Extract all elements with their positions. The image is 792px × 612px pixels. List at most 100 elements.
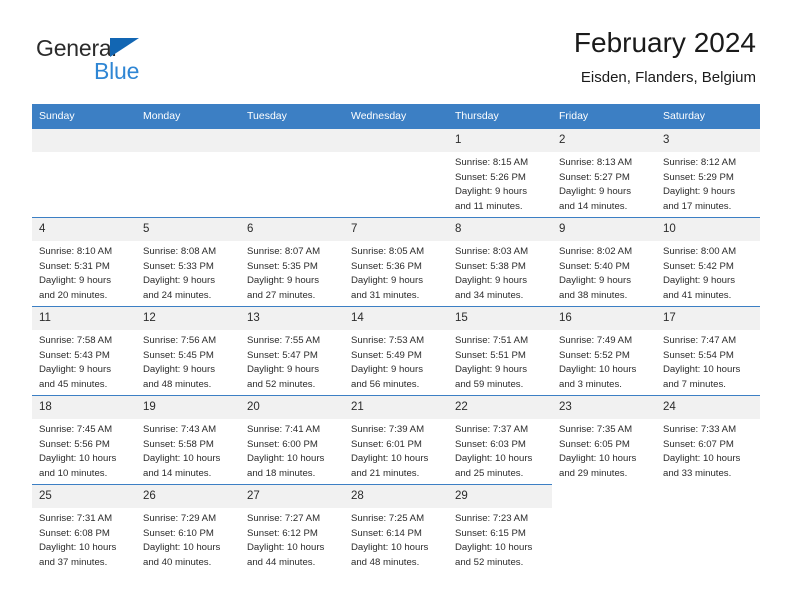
day-details: Sunrise: 7:33 AM Sunset: 6:07 PM Daylight:…: [656, 419, 760, 481]
calendar-cell-day-10[interactable]: 10 Sunrise: 8:00 AM Sunset: 5:42 PM Dayligh…: [656, 217, 760, 307]
day-number: 27: [240, 485, 344, 508]
brand-logo[interactable]: General Blue: [36, 36, 236, 92]
calendar-cell-day-24[interactable]: 24 Sunrise: 7:33 AM Sunset: 6:07 PM Dayligh…: [656, 395, 760, 485]
day-daylight-line: Daylight: 10 hours: [351, 542, 429, 554]
calendar-cell-day-23[interactable]: 23 Sunrise: 7:35 AM Sunset: 6:05 PM Dayligh…: [552, 395, 656, 485]
day-number: 23: [552, 396, 656, 419]
cell-inner: 4 Sunrise: 8:10 AM Sunset: 5:31 PM Daylight…: [32, 218, 136, 306]
calendar-week-row: 1 Sunrise: 8:15 AM Sunset: 5:26 PM Daylight…: [32, 128, 760, 218]
calendar-cell-day-16[interactable]: 16 Sunrise: 7:49 AM Sunset: 5:52 PM Dayligh…: [552, 306, 656, 396]
day-daylight-line: Daylight: 10 hours: [143, 453, 221, 465]
day-daylight-line: Daylight: 10 hours: [455, 542, 533, 554]
calendar-cell-day-17[interactable]: 17 Sunrise: 7:47 AM Sunset: 5:54 PM Dayligh…: [656, 306, 760, 396]
day-daylight-line: and 41 minutes.: [663, 289, 732, 301]
calendar-cell-day-5[interactable]: 5 Sunrise: 8:08 AM Sunset: 5:33 PM Daylight…: [136, 217, 240, 307]
day-number: 29: [448, 485, 552, 508]
day-sunset: Sunset: 5:52 PM: [559, 349, 630, 361]
day-sunrise: Sunrise: 7:47 AM: [663, 335, 737, 346]
day-daylight-line: and 37 minutes.: [39, 556, 108, 568]
calendar-cell-day-12[interactable]: 12 Sunrise: 7:56 AM Sunset: 5:45 PM Dayligh…: [136, 306, 240, 396]
weekday-header-monday: Monday: [136, 104, 240, 129]
weekday-header-sunday: Sunday: [32, 104, 136, 129]
weekday-header-friday: Friday: [552, 104, 656, 129]
day-daylight-line: Daylight: 10 hours: [559, 364, 637, 376]
weekday-header-saturday: Saturday: [656, 104, 760, 129]
day-details: Sunrise: 7:47 AM Sunset: 5:54 PM Daylight:…: [656, 330, 760, 392]
day-daylight-line: and 29 minutes.: [559, 467, 628, 479]
calendar-cell-day-11[interactable]: 11 Sunrise: 7:58 AM Sunset: 5:43 PM Dayligh…: [32, 306, 136, 396]
day-daylight-line: Daylight: 9 hours: [455, 275, 527, 287]
calendar-cell-day-26[interactable]: 26 Sunrise: 7:29 AM Sunset: 6:10 PM Dayligh…: [136, 484, 240, 574]
day-number: 3: [656, 129, 760, 152]
day-daylight-line: and 11 minutes.: [455, 200, 523, 212]
day-daylight-line: Daylight: 10 hours: [39, 542, 117, 554]
calendar-cell-day-4[interactable]: 4 Sunrise: 8:10 AM Sunset: 5:31 PM Daylight…: [32, 217, 136, 307]
calendar-cell-day-28[interactable]: 28 Sunrise: 7:25 AM Sunset: 6:14 PM Dayligh…: [344, 484, 448, 574]
day-details: Sunrise: 8:03 AM Sunset: 5:38 PM Daylight:…: [448, 241, 552, 303]
day-details: Sunrise: 7:55 AM Sunset: 5:47 PM Daylight:…: [240, 330, 344, 392]
calendar-cell-day-13[interactable]: 13 Sunrise: 7:55 AM Sunset: 5:47 PM Dayligh…: [240, 306, 344, 396]
day-daylight-line: and 40 minutes.: [143, 556, 212, 568]
day-number: 2: [552, 129, 656, 152]
day-details: Sunrise: 7:43 AM Sunset: 5:58 PM Daylight:…: [136, 419, 240, 481]
day-sunset: Sunset: 5:36 PM: [351, 260, 422, 272]
day-daylight-line: Daylight: 10 hours: [247, 542, 325, 554]
calendar-cell-day-15[interactable]: 15 Sunrise: 7:51 AM Sunset: 5:51 PM Dayligh…: [448, 306, 552, 396]
calendar-cell-day-29[interactable]: 29 Sunrise: 7:23 AM Sunset: 6:15 PM Dayligh…: [448, 484, 552, 574]
calendar-cell-day-1[interactable]: 1 Sunrise: 8:15 AM Sunset: 5:26 PM Daylight…: [448, 128, 552, 218]
calendar-cell-day-27[interactable]: 27 Sunrise: 7:27 AM Sunset: 6:12 PM Dayligh…: [240, 484, 344, 574]
calendar-cell-day-7[interactable]: 7 Sunrise: 8:05 AM Sunset: 5:36 PM Daylight…: [344, 217, 448, 307]
day-sunrise: Sunrise: 8:13 AM: [559, 157, 633, 168]
weekday-header-thursday: Thursday: [448, 104, 552, 129]
day-sunset: Sunset: 6:03 PM: [455, 438, 526, 450]
day-sunset: Sunset: 6:14 PM: [351, 527, 422, 539]
day-number: 13: [240, 307, 344, 330]
day-daylight-line: Daylight: 9 hours: [39, 364, 111, 376]
day-sunrise: Sunrise: 8:05 AM: [351, 246, 425, 257]
cell-inner: 9 Sunrise: 8:02 AM Sunset: 5:40 PM Daylight…: [552, 218, 656, 306]
calendar-cell-day-19[interactable]: 19 Sunrise: 7:43 AM Sunset: 5:58 PM Dayligh…: [136, 395, 240, 485]
cell-inner: 20 Sunrise: 7:41 AM Sunset: 6:00 PM Dayligh…: [240, 396, 344, 484]
cell-inner: 16 Sunrise: 7:49 AM Sunset: 5:52 PM Dayligh…: [552, 307, 656, 395]
day-number: 19: [136, 396, 240, 419]
calendar-cell-day-25[interactable]: 25 Sunrise: 7:31 AM Sunset: 6:08 PM Dayligh…: [32, 484, 136, 574]
day-daylight-line: Daylight: 10 hours: [663, 364, 741, 376]
day-daylight-line: and 3 minutes.: [559, 378, 622, 390]
day-daylight-line: Daylight: 10 hours: [39, 453, 117, 465]
day-daylight-line: and 48 minutes.: [143, 378, 212, 390]
day-number: 11: [32, 307, 136, 330]
day-daylight-line: Daylight: 9 hours: [247, 275, 319, 287]
day-sunrise: Sunrise: 8:07 AM: [247, 246, 321, 257]
day-number: 17: [656, 307, 760, 330]
day-number: 6: [240, 218, 344, 241]
day-daylight-line: and 24 minutes.: [143, 289, 212, 301]
cell-inner: 29 Sunrise: 7:23 AM Sunset: 6:15 PM Dayligh…: [448, 485, 552, 574]
cell-inner: 18 Sunrise: 7:45 AM Sunset: 5:56 PM Dayligh…: [32, 396, 136, 484]
calendar-cell-day-2[interactable]: 2 Sunrise: 8:13 AM Sunset: 5:27 PM Daylight…: [552, 128, 656, 218]
day-number: 4: [32, 218, 136, 241]
calendar-cell-day-8[interactable]: 8 Sunrise: 8:03 AM Sunset: 5:38 PM Daylight…: [448, 217, 552, 307]
cell-inner: 10 Sunrise: 8:00 AM Sunset: 5:42 PM Dayligh…: [656, 218, 760, 306]
day-sunset: Sunset: 5:51 PM: [455, 349, 526, 361]
calendar-cell-empty: [656, 484, 760, 574]
calendar-cell-day-6[interactable]: 6 Sunrise: 8:07 AM Sunset: 5:35 PM Daylight…: [240, 217, 344, 307]
day-daylight-line: and 27 minutes.: [247, 289, 316, 301]
calendar-cell-empty: [552, 484, 656, 574]
calendar-cell-day-18[interactable]: 18 Sunrise: 7:45 AM Sunset: 5:56 PM Dayligh…: [32, 395, 136, 485]
calendar-cell-day-20[interactable]: 20 Sunrise: 7:41 AM Sunset: 6:00 PM Dayligh…: [240, 395, 344, 485]
calendar-cell-empty: [344, 128, 448, 218]
calendar-cell-day-14[interactable]: 14 Sunrise: 7:53 AM Sunset: 5:49 PM Dayligh…: [344, 306, 448, 396]
calendar-cell-day-22[interactable]: 22 Sunrise: 7:37 AM Sunset: 6:03 PM Dayligh…: [448, 395, 552, 485]
cell-inner: 17 Sunrise: 7:47 AM Sunset: 5:54 PM Dayligh…: [656, 307, 760, 395]
cell-inner: 28 Sunrise: 7:25 AM Sunset: 6:14 PM Dayligh…: [344, 485, 448, 574]
day-sunset: Sunset: 5:58 PM: [143, 438, 214, 450]
cell-inner: 22 Sunrise: 7:37 AM Sunset: 6:03 PM Dayligh…: [448, 396, 552, 484]
calendar-cell-day-21[interactable]: 21 Sunrise: 7:39 AM Sunset: 6:01 PM Dayligh…: [344, 395, 448, 485]
day-sunrise: Sunrise: 7:39 AM: [351, 424, 425, 435]
calendar-cell-empty: [136, 128, 240, 218]
day-daylight-line: Daylight: 9 hours: [663, 275, 735, 287]
day-number: 18: [32, 396, 136, 419]
calendar-cell-day-9[interactable]: 9 Sunrise: 8:02 AM Sunset: 5:40 PM Daylight…: [552, 217, 656, 307]
day-sunset: Sunset: 5:31 PM: [39, 260, 110, 272]
calendar-cell-day-3[interactable]: 3 Sunrise: 8:12 AM Sunset: 5:29 PM Daylight…: [656, 128, 760, 218]
